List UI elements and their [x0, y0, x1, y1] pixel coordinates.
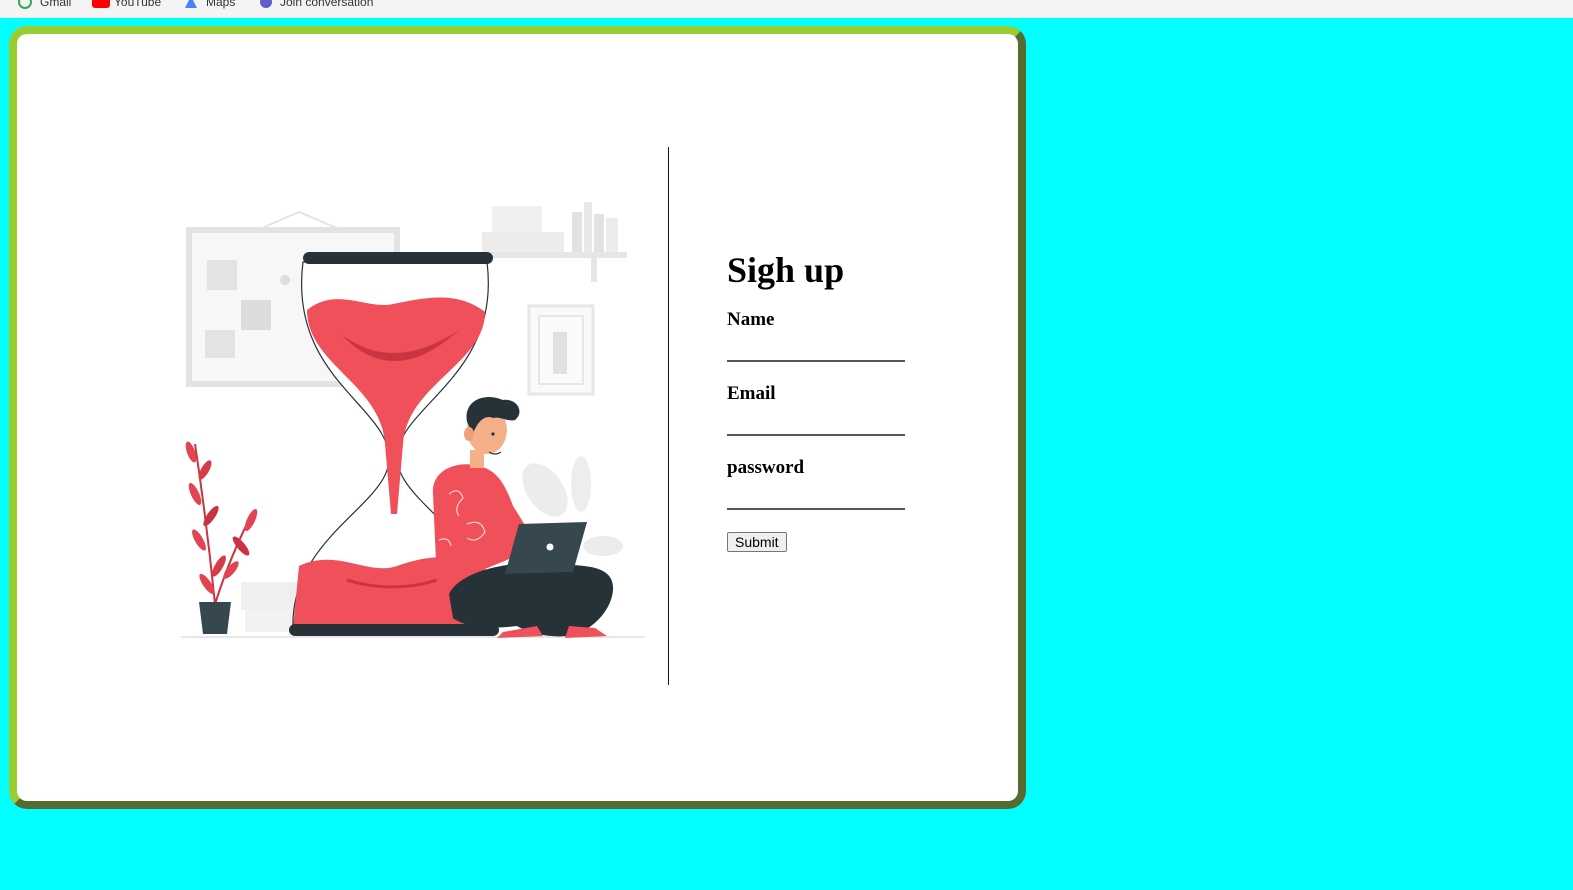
signup-card: Sigh up Name Email password Submit — [9, 26, 1026, 809]
form-title: Sigh up — [727, 250, 845, 290]
person-illustration — [432, 396, 614, 638]
bookmark-label: Maps — [206, 0, 236, 9]
password-input[interactable] — [727, 486, 905, 510]
bookmark-gmail[interactable]: Gmail — [18, 0, 71, 10]
bookmark-maps[interactable]: Maps — [184, 0, 235, 10]
maps-icon — [184, 0, 198, 9]
bookmark-label: YouTube — [114, 0, 162, 9]
youtube-icon — [92, 0, 110, 9]
hourglass-illustration — [181, 202, 645, 638]
submit-button[interactable]: Submit — [727, 532, 787, 552]
password-label: password — [727, 457, 805, 478]
signup-form: Sigh up Name Email password Submit — [727, 252, 927, 552]
gmail-icon — [18, 0, 32, 9]
email-input[interactable] — [727, 412, 905, 436]
bookmark-youtube[interactable]: YouTube — [92, 0, 161, 10]
picture-frame-illustration — [527, 304, 595, 396]
bookmark-label: Join conversation — [280, 0, 374, 9]
bookmark-conversation[interactable]: Join conversation — [258, 0, 373, 10]
vertical-divider — [668, 147, 669, 685]
conversation-icon — [258, 0, 272, 9]
shelf-illustration — [477, 202, 627, 282]
bookmarks-bar: Gmail YouTube Maps Join conversation — [0, 0, 1573, 18]
name-input[interactable] — [727, 338, 905, 362]
name-label: Name — [727, 309, 775, 330]
email-label: Email — [727, 383, 776, 404]
bookmark-label: Gmail — [40, 0, 72, 9]
